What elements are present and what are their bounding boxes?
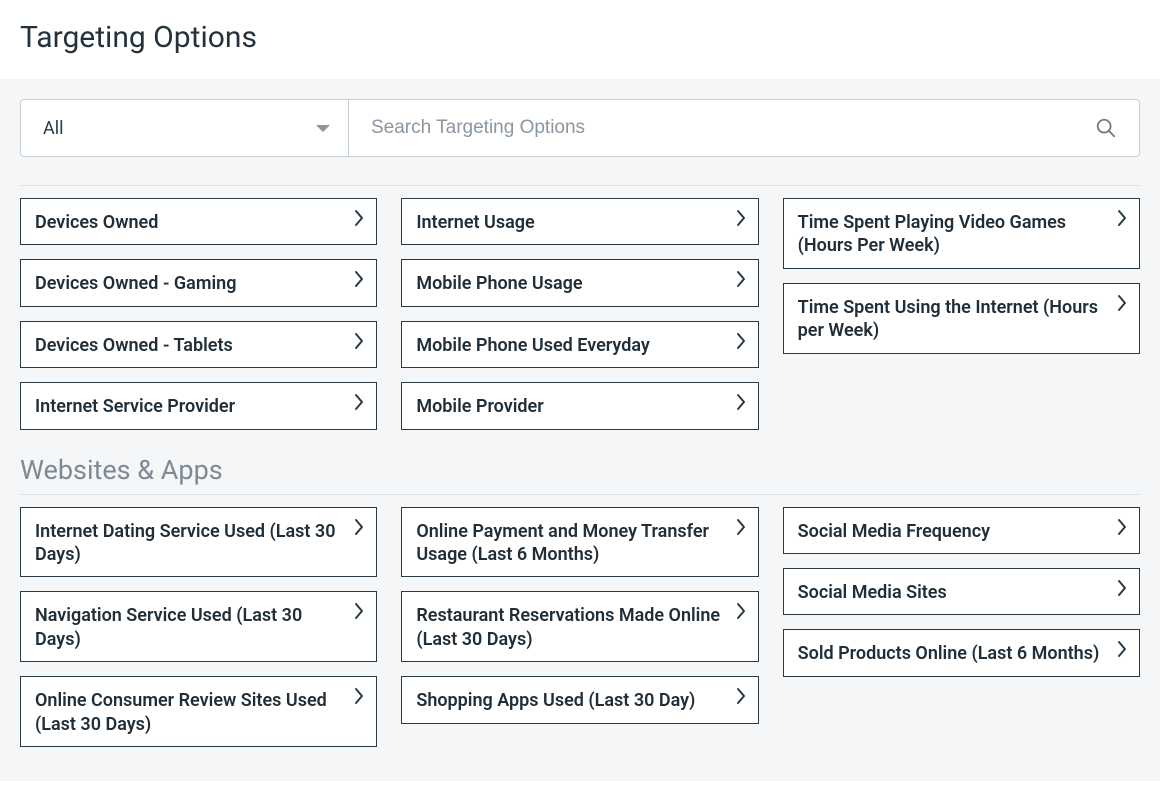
chevron-right-icon [354,518,364,536]
option-card[interactable]: Devices Owned - Tablets [20,321,377,368]
option-label: Time Spent Using the Internet (Hours per… [798,294,1117,343]
option-label: Devices Owned [35,209,166,234]
option-column: Internet Usage Mobile Phone Usage Mobile… [401,198,758,444]
filter-dropdown[interactable]: All [20,99,348,157]
option-card[interactable]: Online Consumer Review Sites Used (Last … [20,676,377,747]
option-label: Time Spent Playing Video Games (Hours Pe… [798,209,1117,258]
option-label: Internet Dating Service Used (Last 30 Da… [35,518,354,567]
option-label: Online Consumer Review Sites Used (Last … [35,687,354,736]
chevron-right-icon [354,602,364,620]
option-label: Internet Usage [416,209,542,234]
chevron-right-icon [354,687,364,705]
chevron-right-icon [736,270,746,288]
option-label: Social Media Frequency [798,518,998,543]
option-column: Time Spent Playing Video Games (Hours Pe… [783,198,1140,444]
chevron-right-icon [736,332,746,350]
option-column: Devices Owned Devices Owned - Gaming Dev… [20,198,377,444]
option-card[interactable]: Mobile Provider [401,382,758,429]
chevron-right-icon [354,393,364,411]
option-card[interactable]: Navigation Service Used (Last 30 Days) [20,591,377,662]
chevron-right-icon [736,602,746,620]
option-label: Devices Owned - Tablets [35,332,241,357]
search-icon [1095,117,1117,139]
chevron-right-icon [1117,294,1127,312]
chevron-right-icon [354,332,364,350]
chevron-right-icon [354,209,364,227]
option-card[interactable]: Internet Service Provider [20,382,377,429]
option-card[interactable]: Online Payment and Money Transfer Usage … [401,507,758,578]
option-card[interactable]: Devices Owned - Gaming [20,259,377,306]
chevron-right-icon [1117,579,1127,597]
option-label: Navigation Service Used (Last 30 Days) [35,602,354,651]
chevron-right-icon [1117,640,1127,658]
option-label: Social Media Sites [798,579,955,604]
option-grid: Internet Dating Service Used (Last 30 Da… [20,507,1140,761]
section-title: Websites & Apps [20,454,1140,486]
page-title: Targeting Options [0,0,1160,79]
option-card[interactable]: Social Media Sites [783,568,1140,615]
option-column: Internet Dating Service Used (Last 30 Da… [20,507,377,761]
option-card[interactable]: Time Spent Using the Internet (Hours per… [783,283,1140,354]
option-label: Restaurant Reservations Made Online (Las… [416,602,735,651]
option-card[interactable]: Devices Owned [20,198,377,245]
option-column: Social Media Frequency Social Media Site… [783,507,1140,761]
search-input[interactable] [371,117,1095,139]
option-grid: Devices Owned Devices Owned - Gaming Dev… [20,198,1140,444]
section-divider [20,185,1140,186]
option-label: Internet Service Provider [35,393,243,418]
chevron-down-icon [316,124,330,132]
option-column: Online Payment and Money Transfer Usage … [401,507,758,761]
chevron-right-icon [736,687,746,705]
section-divider [20,494,1140,495]
option-label: Mobile Provider [416,393,551,418]
option-card[interactable]: Mobile Phone Used Everyday [401,321,758,368]
option-card[interactable]: Internet Usage [401,198,758,245]
chevron-right-icon [736,393,746,411]
option-card[interactable]: Restaurant Reservations Made Online (Las… [401,591,758,662]
option-label: Sold Products Online (Last 6 Months) [798,640,1108,665]
option-card[interactable]: Time Spent Playing Video Games (Hours Pe… [783,198,1140,269]
chevron-right-icon [736,209,746,227]
content-panel: All Devices Owned Devices Owned - Gaming… [0,79,1160,781]
option-label: Mobile Phone Usage [416,270,590,295]
filter-dropdown-value: All [43,118,64,139]
search-field[interactable] [348,99,1140,157]
option-card[interactable]: Mobile Phone Usage [401,259,758,306]
option-card[interactable]: Sold Products Online (Last 6 Months) [783,629,1140,676]
option-label: Shopping Apps Used (Last 30 Day) [416,687,703,712]
option-label: Mobile Phone Used Everyday [416,332,658,357]
chevron-right-icon [1117,209,1127,227]
option-label: Devices Owned - Gaming [35,270,244,295]
chevron-right-icon [1117,518,1127,536]
option-card[interactable]: Internet Dating Service Used (Last 30 Da… [20,507,377,578]
option-card[interactable]: Social Media Frequency [783,507,1140,554]
chevron-right-icon [354,270,364,288]
filter-row: All [20,99,1140,157]
chevron-right-icon [736,518,746,536]
option-label: Online Payment and Money Transfer Usage … [416,518,735,567]
option-card[interactable]: Shopping Apps Used (Last 30 Day) [401,676,758,723]
